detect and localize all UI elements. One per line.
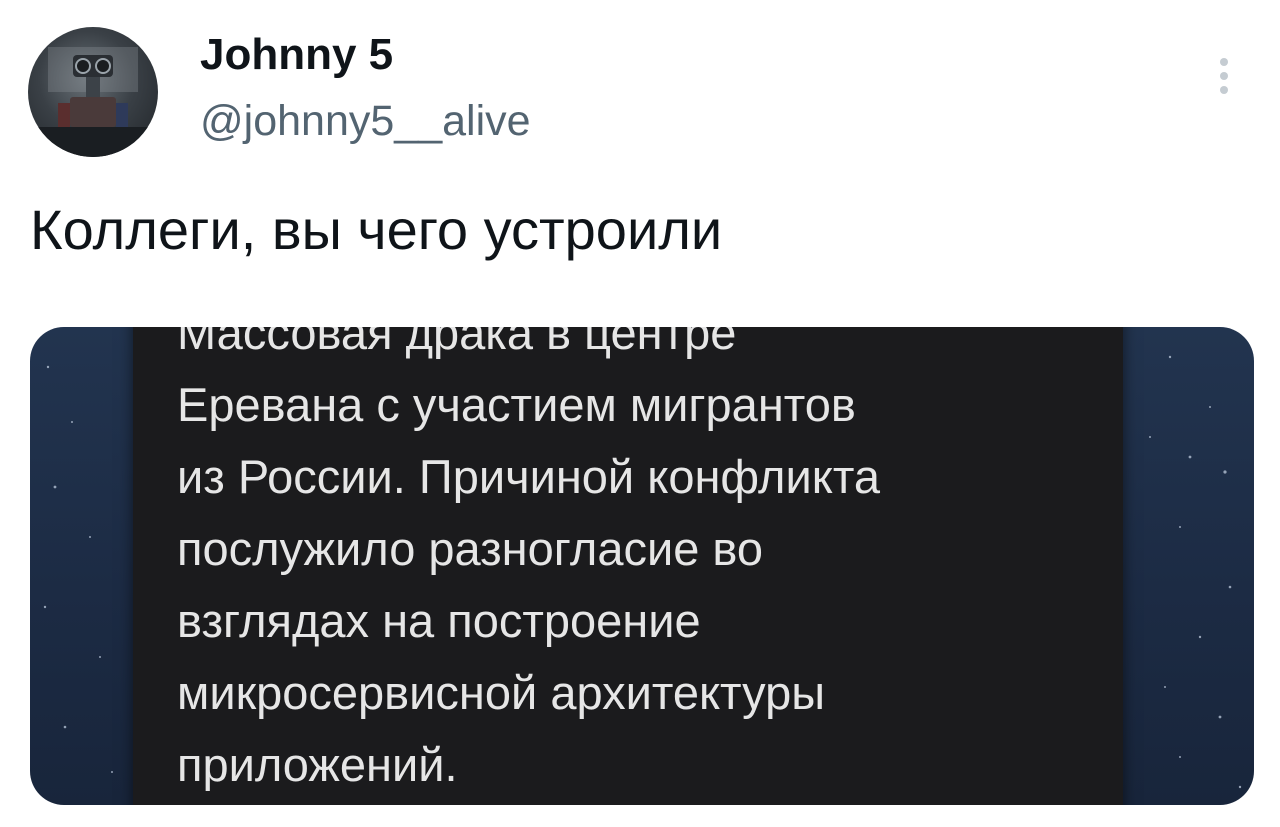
news-line: Еревана с участием мигрантов bbox=[177, 378, 856, 431]
news-text: Массовая драка в центре Еревана с участи… bbox=[177, 327, 1117, 801]
news-line: приложений. bbox=[177, 738, 458, 791]
author-avatar[interactable] bbox=[28, 27, 158, 157]
news-line: Массовая драка в центре bbox=[177, 327, 737, 359]
more-options-button[interactable] bbox=[1200, 50, 1248, 102]
tweet-text: Коллеги, вы чего устроили bbox=[30, 198, 723, 261]
vertical-ellipsis-icon bbox=[1220, 58, 1228, 66]
tweet-media-image[interactable]: Массовая драка в центре Еревана с участи… bbox=[30, 327, 1254, 805]
robot-avatar-icon bbox=[28, 47, 158, 157]
ellipsis-dot bbox=[1220, 86, 1228, 94]
news-line: из России. Причиной конфликта bbox=[177, 450, 880, 503]
news-line: послужило разногласие во bbox=[177, 522, 763, 575]
news-line: взглядах на построение bbox=[177, 594, 701, 647]
author-handle[interactable]: @johnny5__alive bbox=[200, 94, 531, 148]
news-screenshot: Массовая драка в центре Еревана с участи… bbox=[133, 327, 1123, 805]
ellipsis-dot bbox=[1220, 72, 1228, 80]
news-line: микросервисной архитектуры bbox=[177, 666, 825, 719]
author-display-name[interactable]: Johnny 5 bbox=[200, 28, 393, 82]
